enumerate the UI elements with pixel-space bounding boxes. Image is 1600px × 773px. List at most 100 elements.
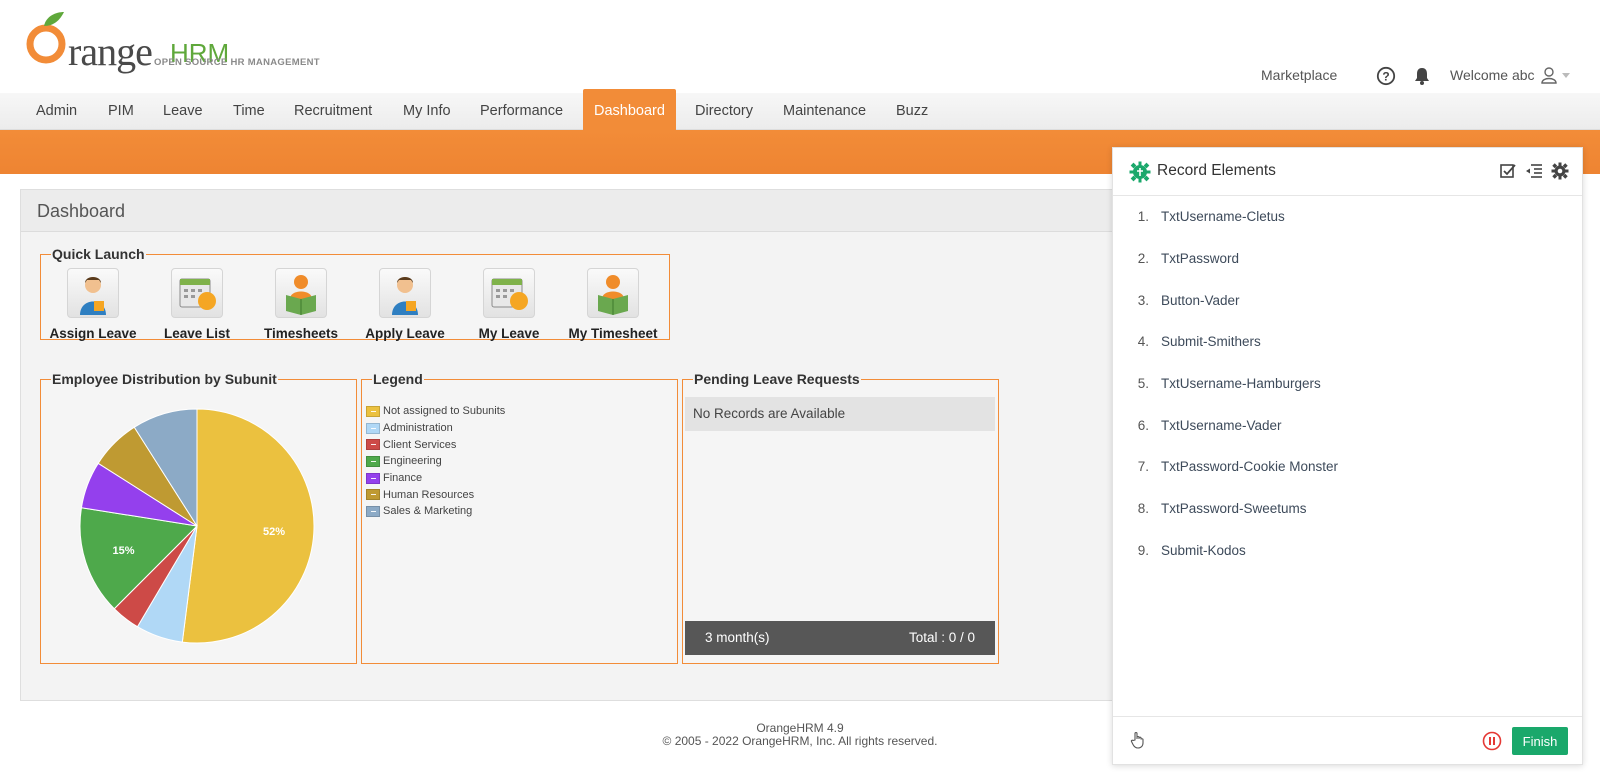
recorded-element-number: 2.: [1137, 251, 1149, 267]
pointer-hand-icon[interactable]: [1129, 731, 1147, 749]
legend-item: Sales & Marketing: [362, 503, 505, 520]
finish-button[interactable]: Finish: [1512, 727, 1568, 755]
recorded-element-label: Submit-Kodos: [1161, 542, 1246, 558]
record-elements-footer: Finish: [1113, 716, 1582, 764]
pie-slice-not-assigned-to-subunits: [181, 408, 315, 644]
recorded-element-item[interactable]: 1. TxtUsername-Cletus: [1113, 196, 1582, 238]
menu-time[interactable]: Time: [222, 93, 276, 130]
pie-data-label: 52%: [263, 526, 285, 538]
record-elements-header: Record Elements: [1113, 148, 1582, 196]
welcome-text: Welcome abc: [1450, 67, 1535, 83]
quick-launch-assign-leave[interactable]: Assign Leave: [41, 268, 145, 341]
menu-maintenance[interactable]: Maintenance: [772, 93, 877, 130]
page-footer: OrangeHRM 4.9 © 2005 - 2022 OrangeHRM, I…: [600, 722, 1000, 748]
legend-item: Finance: [362, 470, 505, 487]
menu-my-info[interactable]: My Info: [392, 93, 462, 130]
recorded-element-item[interactable]: 7. TxtPassword-Cookie Monster: [1113, 446, 1582, 488]
legend-item: Administration: [362, 420, 505, 437]
recorded-element-number: 6.: [1137, 417, 1149, 433]
menu-dashboard[interactable]: Dashboard: [583, 89, 676, 130]
quick-launch-label: Leave List: [163, 326, 231, 341]
recorded-element-number: 1.: [1137, 209, 1149, 225]
orangehrm-logo[interactable]: range HRM OPEN SOURCE HR MANAGEMENT: [24, 10, 324, 74]
menu-directory[interactable]: Directory: [684, 93, 764, 130]
legend-label: Finance: [383, 472, 423, 485]
recorded-element-label: TxtUsername-Hamburgers: [1161, 376, 1321, 392]
logo-text: range: [68, 29, 153, 74]
my-leave-icon: [483, 268, 535, 318]
quick-launch-label: My Timesheet: [568, 326, 658, 341]
help-icon[interactable]: ?: [1376, 66, 1396, 86]
quick-launch-label: Apply Leave: [365, 326, 445, 341]
pending-total: Total : 0 / 0: [908, 630, 975, 645]
menu-performance[interactable]: Performance: [469, 93, 574, 130]
orange-logo-icon: [26, 12, 66, 64]
menu-leave[interactable]: Leave: [152, 93, 214, 130]
legend-swatch: [366, 455, 380, 467]
recorded-element-item[interactable]: 6. TxtUsername-Vader: [1113, 404, 1582, 446]
recorded-elements-list: 1. TxtUsername-Cletus 2. TxtPassword 3. But…: [1113, 196, 1582, 571]
recorded-element-label: TxtPassword-Cookie Monster: [1161, 459, 1339, 475]
quick-launch-leave-list[interactable]: Leave List: [145, 268, 249, 341]
recorded-element-item[interactable]: 8. TxtPassword-Sweetums: [1113, 488, 1582, 530]
distribution-title: Employee Distribution by Subunit: [52, 371, 277, 387]
legend-title: Legend: [373, 371, 423, 387]
checkbox-edit-icon[interactable]: [1499, 162, 1517, 180]
recorded-element-label: Button-Vader: [1161, 292, 1240, 308]
recorded-element-item[interactable]: 3. Button-Vader: [1113, 279, 1582, 321]
apply-leave-icon: [379, 268, 431, 318]
recorded-element-item[interactable]: 5. TxtUsername-Hamburgers: [1113, 363, 1582, 405]
employee-distribution-panel: Employee Distribution by Subunit 52% 15%: [40, 371, 357, 664]
no-records-message: No Records are Available: [685, 397, 995, 431]
legend-item: Human Resources: [362, 486, 505, 503]
legend-label: Engineering: [383, 455, 442, 468]
recorded-element-label: TxtPassword: [1161, 251, 1240, 267]
recorded-element-label: TxtUsername-Cletus: [1161, 209, 1285, 225]
bell-icon[interactable]: [1412, 66, 1432, 86]
assign-leave-icon: [67, 268, 119, 318]
menu-recruitment[interactable]: Recruitment: [283, 93, 383, 130]
quick-launch-timesheets[interactable]: Timesheets: [249, 268, 353, 341]
main-menu: Admin PIM Leave Time Recruitment My Info…: [0, 89, 1600, 130]
recorded-element-number: 9.: [1137, 542, 1149, 558]
my-timesheet-icon: [587, 268, 639, 318]
settings-gear-icon[interactable]: [1551, 162, 1569, 180]
employee-distribution-pie-chart: 52% 15%: [79, 408, 315, 644]
chevron-down-icon: [1561, 73, 1570, 78]
dashboard-panel: Dashboard Quick Launch Assign Leave Leav…: [20, 189, 1120, 701]
pause-recording-icon[interactable]: [1482, 731, 1502, 751]
welcome-menu[interactable]: Welcome abc: [1450, 62, 1571, 88]
menu-buzz[interactable]: Buzz: [885, 93, 939, 130]
recorded-element-label: Submit-Smithers: [1161, 334, 1261, 350]
legend-label: Administration: [383, 422, 453, 435]
quick-launch-panel: Quick Launch Assign Leave Leave List Tim…: [40, 246, 670, 341]
recorded-element-item[interactable]: 4. Submit-Smithers: [1113, 321, 1582, 363]
record-elements-panel: Record Elements 1. TxtUsername-Cletus 2. T…: [1112, 147, 1583, 765]
recorded-element-item[interactable]: 2. TxtPassword: [1113, 238, 1582, 280]
quick-launch-my-timesheet[interactable]: My Timesheet: [561, 268, 665, 341]
recorded-element-item[interactable]: 9. Submit-Kodos: [1113, 530, 1582, 572]
legend-swatch: [366, 422, 380, 434]
list-indent-icon[interactable]: [1525, 162, 1543, 180]
logo-tagline: OPEN SOURCE HR MANAGEMENT: [154, 57, 320, 68]
legend-item: Not assigned to Subunits: [362, 403, 505, 420]
dashboard-title-bar: Dashboard: [21, 190, 1119, 232]
legend-swatch: [366, 489, 380, 501]
pie-data-label: 15%: [113, 545, 135, 557]
svg-text:?: ?: [1382, 70, 1389, 84]
legend-label: Sales & Marketing: [383, 505, 473, 518]
recorded-element-number: 7.: [1137, 459, 1149, 475]
recorded-element-number: 5.: [1137, 376, 1149, 392]
legend-swatch: [366, 405, 380, 417]
quick-launch-my-leave[interactable]: My Leave: [457, 268, 561, 341]
record-elements-title: Record Elements: [1157, 162, 1276, 179]
legend-swatch: [366, 472, 380, 484]
pending-leave-panel: Pending Leave Requests No Records are Av…: [682, 371, 999, 664]
quick-launch-apply-leave[interactable]: Apply Leave: [353, 268, 457, 341]
menu-admin[interactable]: Admin: [25, 93, 88, 130]
timesheets-icon: [275, 268, 327, 318]
marketplace-link[interactable]: Marketplace: [1261, 62, 1337, 88]
quick-launch-title: Quick Launch: [52, 246, 145, 262]
pending-period: 3 month(s): [705, 630, 770, 645]
menu-pim[interactable]: PIM: [97, 93, 145, 130]
